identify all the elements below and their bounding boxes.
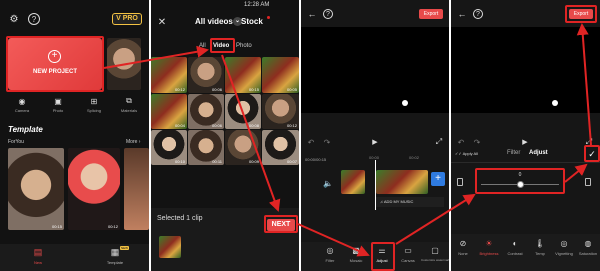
arrow-adjust-to-slider	[395, 193, 476, 245]
arrow-slider-to-confirm	[564, 163, 588, 183]
arrow-new-project-to-video-tab	[103, 45, 209, 69]
arrow-confirm-to-export	[576, 23, 592, 146]
annotation-arrows	[103, 23, 592, 257]
arrow-video-tab-to-next	[221, 54, 281, 212]
arrow-next-to-adjust	[297, 223, 370, 257]
